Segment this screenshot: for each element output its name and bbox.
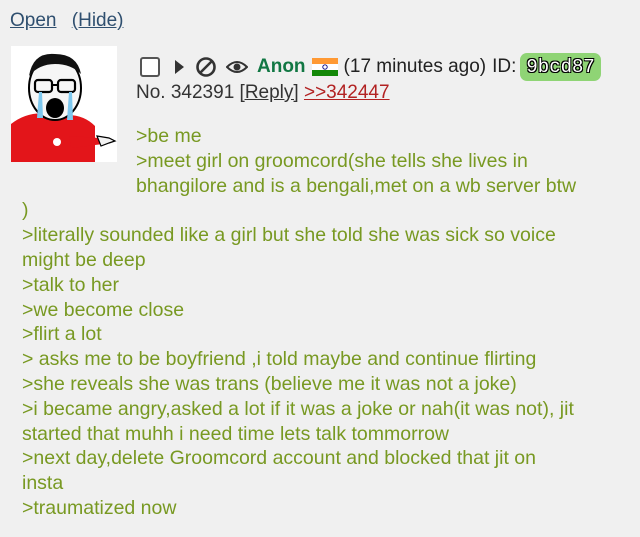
greentext-line: >literally sounded like a girl but she t… (22, 224, 556, 247)
hide-link[interactable]: (Hide) (72, 10, 124, 31)
no-entry-icon[interactable] (195, 56, 217, 78)
greentext-line: >traumatized now (22, 496, 177, 519)
greentext-line: >talk to her (22, 273, 120, 296)
greentext-line: started that muhh i need time lets talk … (22, 422, 450, 445)
greentext-line: >we become close (22, 298, 185, 321)
poster-id-badge[interactable]: 9bcd87 (520, 53, 601, 81)
post-number-row: No. 342391 [Reply] >>342447 (136, 82, 390, 104)
greentext-line: >next day,delete Groomcord account and b… (22, 447, 536, 470)
greentext-line: ) (22, 199, 29, 222)
greentext-line: bhangilore and is a bengali,met on a wb … (136, 174, 577, 197)
poster-name: Anon (257, 56, 306, 77)
checkbox-icon[interactable] (140, 57, 160, 77)
greentext-line: might be deep (22, 248, 146, 271)
post-time: (17 minutes ago) (343, 56, 487, 77)
greentext-line: >meet girl on groomcord(she tells she li… (136, 149, 528, 172)
quote-backlink[interactable]: >>342447 (304, 82, 390, 103)
thread-top-links: Open (Hide) (10, 10, 124, 32)
greentext-line: >flirt a lot (22, 323, 102, 346)
greentext-line: insta (22, 472, 64, 495)
india-flag-icon (311, 58, 338, 76)
post-number[interactable]: 342391 (171, 82, 234, 103)
greentext-line: >she reveals she was trans (believe me i… (22, 372, 517, 395)
post-message: >be me >meet girl on groomcord(she tells… (0, 124, 640, 521)
reply-link[interactable]: [Reply] (240, 82, 299, 103)
eye-icon[interactable] (226, 59, 248, 75)
post-header: Anon (17 minutes ago) ID: 9bcd87 (140, 52, 601, 82)
triangle-right-icon[interactable] (172, 58, 186, 76)
id-label: ID: (492, 56, 517, 77)
greentext-line: > asks me to be boyfriend ,i told maybe … (22, 348, 537, 371)
greentext-line: >be me (136, 125, 202, 147)
greentext-line: >i became angry,asked a lot if it was a … (22, 397, 574, 420)
post-no-label: No. (136, 82, 166, 103)
open-link[interactable]: Open (10, 10, 56, 31)
